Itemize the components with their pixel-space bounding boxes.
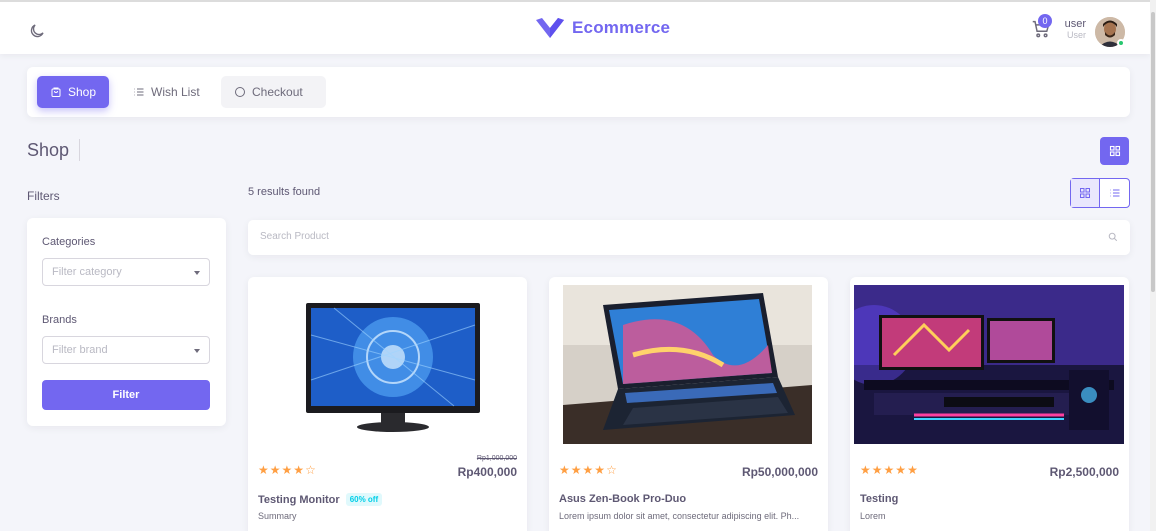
product-name[interactable]: Testing Monitor [258,494,340,506]
scrollbar-thumb[interactable] [1151,12,1155,292]
product-card[interactable]: ★ ★ ★ ★ ★ Rp2,500,000 Testing Lorem [850,277,1129,531]
star-filled-icon: ★ [860,463,871,477]
tab-wish-list[interactable]: Wish List [120,76,213,108]
search-placeholder: Search Product [260,231,329,242]
brand-logo[interactable]: Ecommerce [536,18,670,38]
tab-shop[interactable]: Shop [37,76,110,108]
star-filled-icon: ★ [570,463,582,477]
star-filled-icon: ★ [281,463,293,477]
tab-shop-label: Shop [68,85,97,99]
product-price: Rp400,000 [457,465,517,479]
brand-select-placeholder: Filter brand [52,344,108,356]
results-count: 5 results found [248,186,321,198]
list-icon [134,88,144,96]
product-name[interactable]: Testing [860,493,898,505]
product-name-row: Asus Zen-Book Pro-Duo [559,493,686,505]
categories-label: Categories [42,236,96,248]
ecommerce-tabs: Shop Wish List Checkout [27,67,1130,117]
star-filled-icon: ★ [582,463,594,477]
product-rating: ★ ★ ★ ★ ☆ [258,464,316,476]
star-empty-icon: ☆ [606,463,617,477]
product-card[interactable]: ★ ★ ★ ★ ☆ Rp1,000,000 Rp400,000 Testing Moni… [248,277,527,531]
brand-select[interactable]: Filter brand [42,336,210,364]
product-description: Lorem ipsum dolor sit amet, consectetur … [559,511,800,521]
search-product-input[interactable]: Search Product [248,220,1130,255]
product-card[interactable]: ★ ★ ★ ★ ☆ Rp50,000,000 Asus Zen-Book Pro-Duo… [549,277,828,531]
star-filled-icon: ★ [559,463,570,477]
discount-badge: 60% off [345,493,383,506]
circle-icon [235,87,245,97]
page-title: Shop [27,139,81,161]
online-status-dot [1117,39,1125,47]
shopping-bag-icon [51,87,61,97]
product-name-row: Testing Monitor 60% off [258,493,383,506]
star-filled-icon: ★ [293,463,305,477]
user-info[interactable]: user User [1060,18,1086,40]
filter-button[interactable]: Filter [42,380,210,410]
category-select-placeholder: Filter category [52,266,122,278]
user-role: User [1066,30,1086,40]
star-filled-icon: ★ [258,463,269,477]
moon-icon[interactable] [28,22,46,40]
chevron-down-icon [194,271,200,275]
star-filled-icon: ★ [895,463,907,477]
customizer-button[interactable] [1100,137,1129,165]
star-filled-icon: ★ [594,463,606,477]
product-price: Rp50,000,000 [741,465,818,479]
star-empty-icon: ☆ [305,463,316,477]
star-filled-icon: ★ [883,463,895,477]
product-rating: ★ ★ ★ ★ ★ [860,464,918,476]
page-scrollbar[interactable] [1150,0,1156,531]
tab-checkout-label: Checkout [252,85,303,99]
user-name: user [1064,18,1086,30]
brands-label: Brands [42,314,77,326]
chevron-down-icon [194,349,200,353]
cart-count-badge: 0 [1038,14,1052,28]
star-filled-icon: ★ [871,463,883,477]
product-rating: ★ ★ ★ ★ ☆ [559,464,617,476]
filter-panel: Categories Filter category Brands Filter… [27,218,226,426]
grid-icon [1080,188,1090,198]
tab-checkout[interactable]: Checkout [221,76,326,108]
grid-icon [1109,145,1120,157]
list-icon [1110,189,1119,197]
search-icon [1108,232,1118,242]
product-description: Lorem [860,511,886,521]
star-filled-icon: ★ [269,463,281,477]
logo-icon [536,18,564,38]
product-image-monitor[interactable] [254,285,521,444]
star-filled-icon: ★ [907,463,918,477]
top-navbar: Ecommerce 0 user User [0,0,1150,54]
category-select[interactable]: Filter category [42,258,210,286]
view-toggle [1070,178,1130,208]
product-image-laptop[interactable] [563,285,812,444]
product-price: Rp2,500,000 [1049,465,1119,479]
product-name-row: Testing [860,493,898,505]
product-old-price: Rp1,000,000 [476,455,517,462]
product-name[interactable]: Asus Zen-Book Pro-Duo [559,493,686,505]
product-description: Summary [258,511,297,521]
filters-heading: Filters [27,189,60,203]
grid-view-button[interactable] [1071,179,1100,207]
product-image-gaming-setup[interactable] [854,285,1124,444]
brand-name: Ecommerce [572,18,671,37]
list-view-button[interactable] [1100,179,1129,207]
tab-wish-list-label: Wish List [151,85,200,99]
